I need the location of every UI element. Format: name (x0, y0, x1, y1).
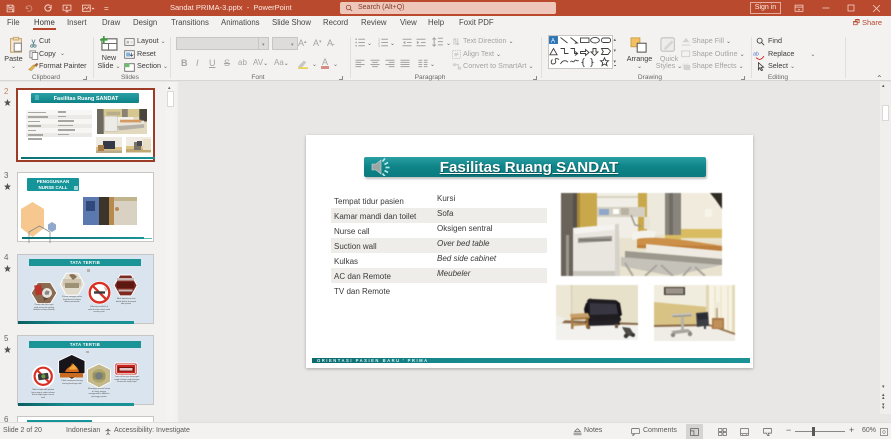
svg-text:A: A (551, 39, 555, 45)
svg-text:3: 3 (378, 44, 380, 47)
svg-text:ab: ab (753, 51, 759, 57)
